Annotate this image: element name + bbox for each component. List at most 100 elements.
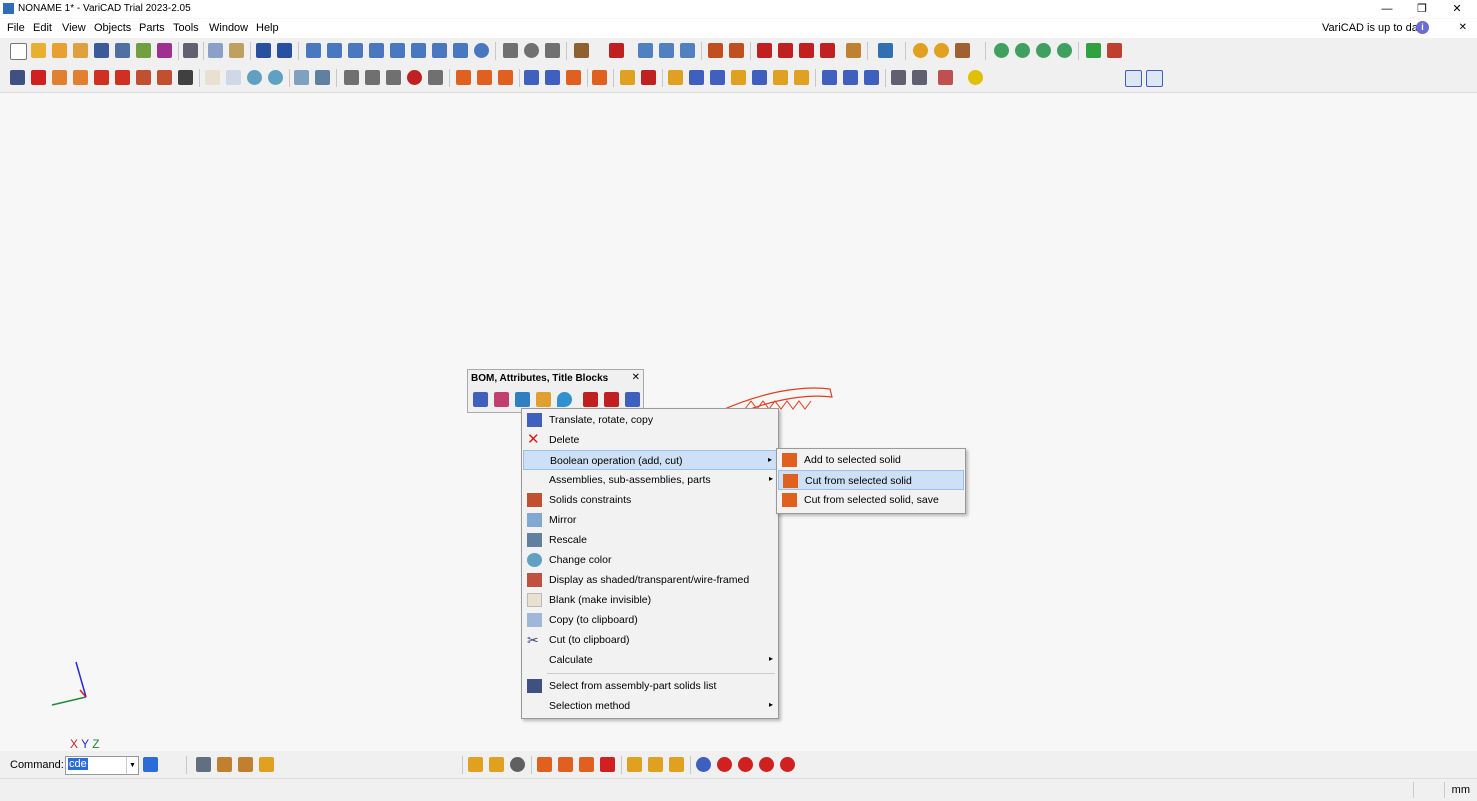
menu-item-boolean[interactable]: Boolean operation (add, cut) ▸ xyxy=(523,450,777,470)
menu-item-copy[interactable]: Copy (to clipboard) xyxy=(523,610,777,630)
dimension-icon[interactable] xyxy=(822,70,837,85)
sphere-solid-icon[interactable] xyxy=(474,43,489,58)
command-value[interactable]: cde xyxy=(68,758,88,770)
2d-mode-icon[interactable] xyxy=(1125,70,1142,87)
submenu-item-add[interactable]: Add to selected solid xyxy=(778,450,964,470)
move-copy-icon[interactable] xyxy=(73,70,88,85)
fillet-icon[interactable] xyxy=(524,70,539,85)
display-mode-icon[interactable] xyxy=(912,70,927,85)
mirror-icon[interactable] xyxy=(294,70,309,85)
zoom-in-icon[interactable] xyxy=(1057,43,1072,58)
menu-item-selection-method[interactable]: Selection method ▸ xyxy=(523,696,777,716)
bom-edit-icon[interactable] xyxy=(494,392,509,407)
section-icon[interactable] xyxy=(968,70,983,85)
submenu-item-cut-save[interactable]: Cut from selected solid, save xyxy=(778,490,964,510)
text-a-icon[interactable] xyxy=(115,70,130,85)
picture-icon[interactable] xyxy=(938,70,953,85)
open-library-icon[interactable] xyxy=(73,43,88,58)
solid-loft-icon[interactable] xyxy=(259,757,274,772)
rescale-icon[interactable] xyxy=(315,70,330,85)
scissor-select-icon[interactable] xyxy=(178,70,193,85)
submenu-item-cut[interactable]: Cut from selected solid xyxy=(778,470,964,490)
menu-edit[interactable]: Edit xyxy=(33,22,52,34)
print-icon[interactable] xyxy=(183,43,198,58)
view-box-icon[interactable] xyxy=(891,70,906,85)
solid-sweep-icon[interactable] xyxy=(238,757,253,772)
close-window-button[interactable]: ✕ xyxy=(1446,1,1468,17)
feature-edit-icon[interactable] xyxy=(641,70,656,85)
thread-icon[interactable] xyxy=(344,70,359,85)
torus-solid-icon[interactable] xyxy=(432,43,447,58)
undo-icon[interactable] xyxy=(256,43,271,58)
menu-view[interactable]: View xyxy=(62,22,86,34)
title-block-edit-icon[interactable] xyxy=(604,392,619,407)
select-cursor-icon[interactable] xyxy=(10,70,25,85)
zoom-out-icon[interactable] xyxy=(1015,43,1030,58)
open-folder-icon[interactable] xyxy=(31,43,46,58)
cancel-4-icon[interactable] xyxy=(780,757,795,772)
boolean-cut-save-icon[interactable] xyxy=(498,70,513,85)
thread-hole-icon[interactable] xyxy=(365,70,380,85)
menu-item-rescale[interactable]: Rescale xyxy=(523,530,777,550)
split-icon[interactable] xyxy=(566,70,581,85)
select-1-icon[interactable] xyxy=(537,757,552,772)
pipe-solid-icon[interactable] xyxy=(453,43,468,58)
menu-item-cut[interactable]: ✂ Cut (to clipboard) xyxy=(523,630,777,650)
sphere-cap-icon[interactable] xyxy=(390,43,405,58)
cancel-3-icon[interactable] xyxy=(759,757,774,772)
zoom-window-icon[interactable] xyxy=(934,43,949,58)
edit-2-icon[interactable] xyxy=(689,70,704,85)
menu-item-change-color[interactable]: Change color xyxy=(523,550,777,570)
export-up-icon[interactable] xyxy=(1086,43,1101,58)
move-icon[interactable] xyxy=(52,70,67,85)
command-input[interactable]: cde ▼ xyxy=(65,756,139,775)
minimize-button[interactable]: — xyxy=(1376,1,1398,17)
palette-icon[interactable] xyxy=(247,70,262,85)
constraint-icon[interactable] xyxy=(157,70,172,85)
anchor-icon[interactable] xyxy=(136,70,151,85)
view-cube-icon[interactable] xyxy=(955,43,970,58)
menu-file[interactable]: File xyxy=(7,22,25,34)
edit-5-icon[interactable] xyxy=(752,70,767,85)
menu-item-translate[interactable]: Translate, rotate, copy xyxy=(523,410,777,430)
pyramid-solid-icon[interactable] xyxy=(369,43,384,58)
menu-item-delete[interactable]: ✕ Delete xyxy=(523,430,777,450)
feature-icon[interactable] xyxy=(620,70,635,85)
menu-item-assemblies[interactable]: Assemblies, sub-assemblies, parts ▸ xyxy=(523,470,777,490)
menu-tools[interactable]: Tools xyxy=(173,22,199,34)
boolean-add-icon[interactable] xyxy=(456,70,471,85)
attributes-edit-icon[interactable] xyxy=(536,392,551,407)
dimension-box-icon[interactable] xyxy=(843,70,858,85)
cancel-1-icon[interactable] xyxy=(717,757,732,772)
intersect-icon[interactable] xyxy=(592,70,607,85)
query-joint-icon[interactable] xyxy=(820,43,835,58)
magnet-icon[interactable] xyxy=(609,43,624,58)
paste-icon[interactable] xyxy=(229,43,244,58)
new-file-icon[interactable] xyxy=(10,43,27,60)
save-all-icon[interactable] xyxy=(115,43,130,58)
menu-item-select-list[interactable]: Select from assembly-part solids list xyxy=(523,676,777,696)
copy-icon[interactable] xyxy=(208,43,223,58)
chamfer-icon[interactable] xyxy=(545,70,560,85)
snap-2-icon[interactable] xyxy=(489,757,504,772)
cancel-2-icon[interactable] xyxy=(738,757,753,772)
menu-item-constraints[interactable]: Solids constraints xyxy=(523,490,777,510)
title-block-list-icon[interactable] xyxy=(625,392,640,407)
transform-copy-icon[interactable] xyxy=(659,43,674,58)
menu-parts[interactable]: Parts xyxy=(139,22,165,34)
redo-icon[interactable] xyxy=(277,43,292,58)
varicad-v-icon[interactable] xyxy=(157,43,172,58)
open-recent-icon[interactable] xyxy=(52,43,67,58)
spring-icon[interactable] xyxy=(545,43,560,58)
menu-window[interactable]: Window xyxy=(209,22,248,34)
3d-mode-icon[interactable] xyxy=(1146,70,1163,87)
transform-multi-icon[interactable] xyxy=(680,43,695,58)
command-dropdown-icon[interactable]: ▼ xyxy=(126,757,138,774)
bom-panel-title[interactable]: BOM, Attributes, Title Blocks xyxy=(471,373,608,384)
edit-7-icon[interactable] xyxy=(794,70,809,85)
menu-item-calculate[interactable]: Calculate ▸ xyxy=(523,650,777,670)
select-2-icon[interactable] xyxy=(558,757,573,772)
library-icon[interactable] xyxy=(574,43,589,58)
wireframe-box-icon[interactable] xyxy=(226,70,241,85)
check-assembly-icon[interactable] xyxy=(729,43,744,58)
